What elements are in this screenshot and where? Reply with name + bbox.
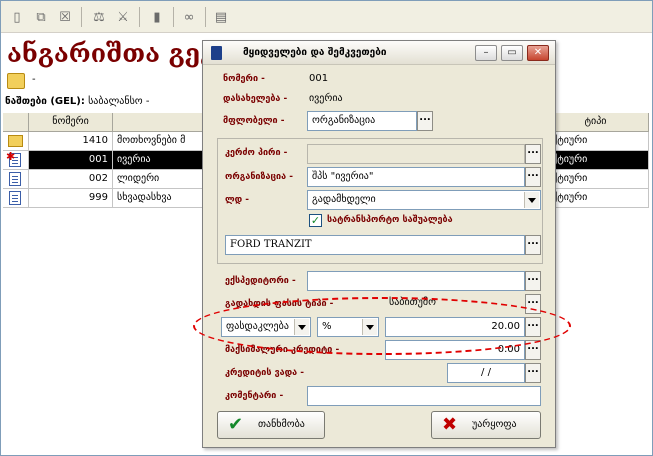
organization-label: ორგანიზაცია -: [225, 172, 293, 182]
name-label: დასახელება -: [223, 94, 288, 104]
row-name: სხვადასხვა: [113, 189, 209, 208]
comment-label: კომენტარი -: [225, 391, 284, 401]
price-type-label: გადახდის ფასის ტიპი -: [225, 299, 334, 309]
toolbar-separator: [139, 7, 140, 27]
toolbar-separator: [81, 7, 82, 27]
balance-section: ნაშთები (GEL): საბალანსო -: [5, 96, 149, 107]
row-name: ივერია: [113, 151, 209, 170]
vehicle-field[interactable]: FORD TRANZIT: [225, 235, 525, 255]
star-icon: ✱: [6, 151, 16, 163]
dialog-titlebar[interactable]: მყიდველები და შემკვეთები – ▭ ✕: [203, 41, 555, 65]
row-icon-cell: ✱: [3, 151, 29, 170]
credit-term-label: კრედიტის ვადა -: [225, 368, 305, 378]
toolbar-separator: [173, 7, 174, 27]
max-credit-browse-button[interactable]: ...: [525, 340, 541, 360]
ok-button[interactable]: ✔ თანხმობა: [217, 411, 325, 439]
toolbar-separator: [205, 7, 206, 27]
vehicle-browse-button[interactable]: ...: [525, 235, 541, 255]
discount-type-value: ფასდაკლება: [226, 321, 289, 332]
expeditor-browse-button[interactable]: ...: [525, 271, 541, 291]
max-credit-label: მაქსიმალური კრედიტი -: [225, 345, 340, 355]
bookmark-icon[interactable]: ▮: [147, 7, 167, 27]
organization-field[interactable]: შპს "ივერია": [307, 167, 525, 187]
row-number: 999: [29, 189, 113, 208]
scales-icon[interactable]: ⚖: [89, 7, 109, 27]
row-icon-cell: [3, 170, 29, 189]
checkmark-icon: ✔: [228, 414, 244, 435]
balance-label: ნაშთები (GEL):: [5, 96, 85, 107]
group-label: ლდ -: [225, 195, 250, 205]
header-icon-cell: [3, 113, 29, 132]
open-icon[interactable]: ⧉: [31, 7, 51, 27]
credit-term-field[interactable]: / /: [447, 363, 525, 383]
chevron-down-icon[interactable]: [362, 319, 377, 335]
folder-label: -: [32, 74, 36, 85]
chevron-down-icon[interactable]: [524, 192, 539, 208]
row-name: მოთხოვნები მ: [113, 132, 209, 151]
scales-delete-icon[interactable]: ⚔: [113, 7, 133, 27]
discount-unit-select[interactable]: %: [317, 317, 379, 337]
column-header-type[interactable]: ტიპი: [543, 113, 649, 132]
toolbar: ▯ ⧉ ☒ ⚖ ⚔ ▮ ∞ ▤: [1, 1, 652, 33]
customer-dialog: მყიდველები და შემკვეთები – ▭ ✕ ნომერი - …: [202, 40, 556, 448]
binoculars-icon[interactable]: ∞: [179, 7, 199, 27]
row-type: აქტიური: [543, 151, 649, 170]
chevron-down-icon[interactable]: [294, 319, 309, 335]
comment-field[interactable]: [307, 386, 541, 406]
max-credit-field[interactable]: 0.00: [385, 340, 525, 360]
contact-label: კერძო პირი -: [225, 148, 288, 158]
credit-term-browse-button[interactable]: ...: [525, 363, 541, 383]
row-type: აქტიური: [543, 132, 649, 151]
delete-icon[interactable]: ☒: [55, 7, 75, 27]
column-header-number[interactable]: ნომერი: [29, 113, 113, 132]
row-type: აქტიური: [543, 170, 649, 189]
number-value: 001: [309, 73, 329, 84]
owner-browse-button[interactable]: ...: [417, 111, 433, 131]
name-value: ივერია: [309, 93, 343, 104]
row-icon-cell: [3, 132, 29, 151]
row-icon-cell: [3, 189, 29, 208]
discount-value-field[interactable]: 20.00: [385, 317, 525, 337]
organization-browse-button[interactable]: ...: [525, 167, 541, 187]
dialog-title: მყიდველები და შემკვეთები: [243, 47, 387, 58]
owner-field[interactable]: ორგანიზაცია: [307, 111, 417, 131]
cancel-button[interactable]: ✖ უარყოფა: [431, 411, 541, 439]
group-select[interactable]: გადამხდელი: [307, 190, 541, 210]
cancel-button-label: უარყოფა: [472, 419, 517, 430]
expeditor-field[interactable]: [307, 271, 525, 291]
document-icon: [9, 172, 21, 186]
contact-field: [307, 144, 525, 164]
discount-browse-button[interactable]: ...: [525, 317, 541, 337]
price-type-value: საბითუმო: [389, 297, 436, 308]
maximize-button[interactable]: ▭: [501, 45, 523, 61]
folder-icon: [8, 135, 23, 147]
contact-browse-button[interactable]: ...: [525, 144, 541, 164]
price-type-browse-button[interactable]: ...: [525, 294, 541, 314]
print-icon[interactable]: ▤: [211, 7, 231, 27]
owner-label: მფლობელი -: [223, 116, 285, 126]
vehicle-checkbox-label: სატრანსპორტო საშუალება: [327, 215, 453, 225]
cross-icon: ✖: [442, 414, 458, 435]
number-label: ნომერი -: [223, 74, 265, 84]
row-number: 002: [29, 170, 113, 189]
row-number: 001: [29, 151, 113, 170]
group-select-value: გადამხდელი: [312, 194, 376, 205]
column-header-name[interactable]: [113, 113, 209, 132]
discount-unit-value: %: [322, 321, 332, 332]
minimize-button[interactable]: –: [475, 45, 497, 61]
row-number: 1410: [29, 132, 113, 151]
close-button[interactable]: ✕: [527, 45, 549, 61]
expeditor-label: ექსპედიტორი -: [225, 276, 296, 286]
open-folder-icon[interactable]: [7, 73, 25, 89]
new-doc-icon[interactable]: ▯: [7, 7, 27, 27]
balance-value[interactable]: საბალანსო -: [88, 96, 149, 107]
discount-type-select[interactable]: ფასდაკლება: [221, 317, 311, 337]
vehicle-checkbox[interactable]: ✓: [309, 214, 322, 227]
document-icon: [9, 191, 21, 205]
book-icon: [211, 46, 222, 60]
row-type: აქტიური: [543, 189, 649, 208]
ok-button-label: თანხმობა: [258, 419, 305, 430]
row-name: ლიდერი: [113, 170, 209, 189]
